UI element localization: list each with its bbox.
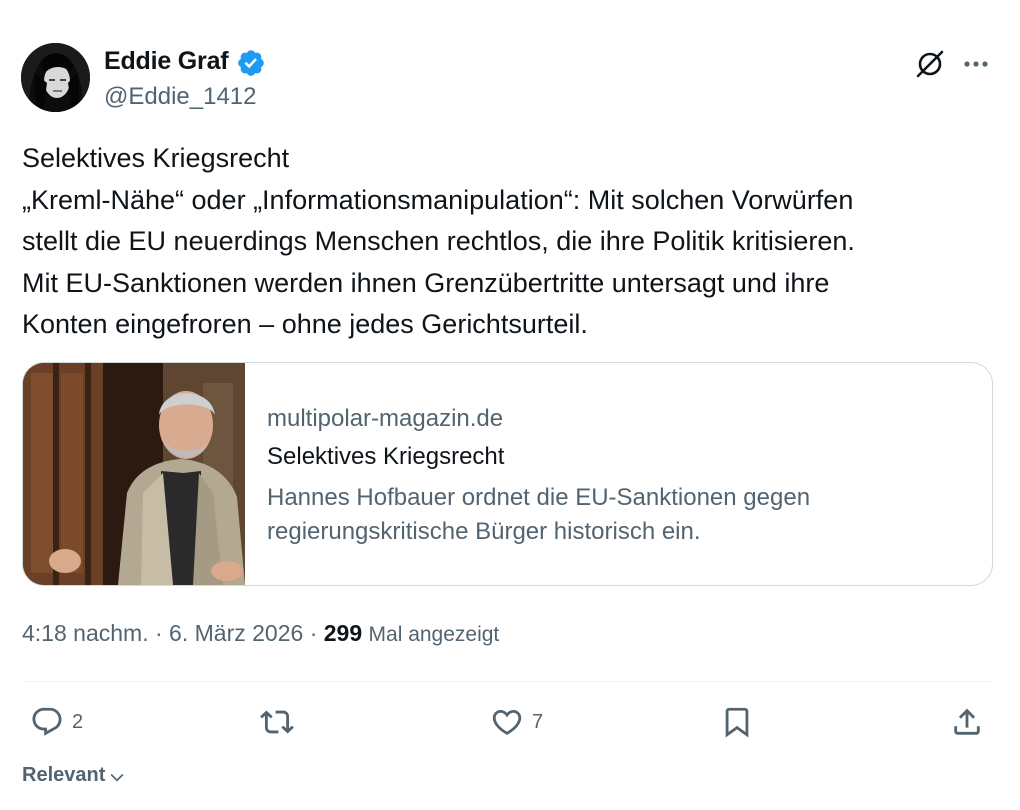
chevron-down-icon xyxy=(110,773,124,782)
card-domain: multipolar-magazin.de xyxy=(267,405,504,432)
heart-icon xyxy=(492,709,522,735)
bookmark-icon xyxy=(725,707,749,738)
tweet-date[interactable]: 6. März 2026 xyxy=(169,620,303,646)
author-handle[interactable]: @Eddie_1412 xyxy=(104,83,256,111)
reply-count: 2 xyxy=(72,710,84,733)
card-description: Hannes Hofbauer ordnet die EU-Sanktionen… xyxy=(267,481,967,548)
link-card[interactable]: multipolar-magazin.de Selektives Kriegsr… xyxy=(22,362,993,586)
sort-relevant-dropdown[interactable]: Relevant xyxy=(22,763,127,787)
retweet-button[interactable] xyxy=(260,704,294,740)
divider xyxy=(22,681,993,682)
bookmark-button[interactable] xyxy=(720,704,754,740)
share-icon xyxy=(954,708,980,735)
card-thumbnail[interactable] xyxy=(23,363,245,585)
tweet-text-line: stellt die EU neuerdings Menschen rechtl… xyxy=(22,226,855,256)
card-title: Selektives Kriegsrecht xyxy=(267,443,505,470)
tweet-time[interactable]: 4:18 nachm. xyxy=(22,620,149,646)
like-button[interactable]: 7 xyxy=(490,704,543,740)
tweet-text-line: „Kreml-Nähe“ oder „Informationsmanipulat… xyxy=(22,184,854,215)
meta-separator: · xyxy=(154,620,163,646)
more-icon[interactable] xyxy=(956,44,996,84)
avatar[interactable] xyxy=(21,43,90,112)
reply-button[interactable]: 2 xyxy=(30,704,83,740)
tweet-text-line: Mit EU-Sanktionen werden ihnen Grenzüber… xyxy=(22,267,830,298)
tweet: Eddie Graf @Eddie_1412 Selektives Kriegs… xyxy=(0,0,1020,810)
tweet-meta: 4:18 nachm. · 6. März 2026 · 299 Mal ang… xyxy=(22,620,499,647)
like-count: 7 xyxy=(532,710,544,733)
grok-icon[interactable] xyxy=(910,44,950,84)
card-description-line: regierungskritische Bürger historisch ei… xyxy=(267,517,701,545)
share-button[interactable] xyxy=(950,704,984,740)
sort-label: Relevant xyxy=(22,763,106,786)
author-name[interactable]: Eddie Graf xyxy=(104,47,229,76)
reply-icon xyxy=(32,707,62,736)
meta-separator: · xyxy=(309,620,318,646)
tweet-text-line: Konten eingefroren – ohne jedes Gerichts… xyxy=(22,309,588,339)
tweet-text-line: Selektives Kriegsrecht xyxy=(22,143,290,173)
card-description-line: Hannes Hofbauer ordnet die EU-Sanktionen… xyxy=(267,484,811,511)
verified-badge-icon xyxy=(238,50,264,76)
retweet-icon xyxy=(260,710,294,734)
views-label: Mal angezeigt xyxy=(368,623,500,646)
views-count: 299 xyxy=(323,620,363,646)
tweet-text: Selektives Kriegsrecht „Kreml-Nähe“ oder… xyxy=(22,138,997,346)
